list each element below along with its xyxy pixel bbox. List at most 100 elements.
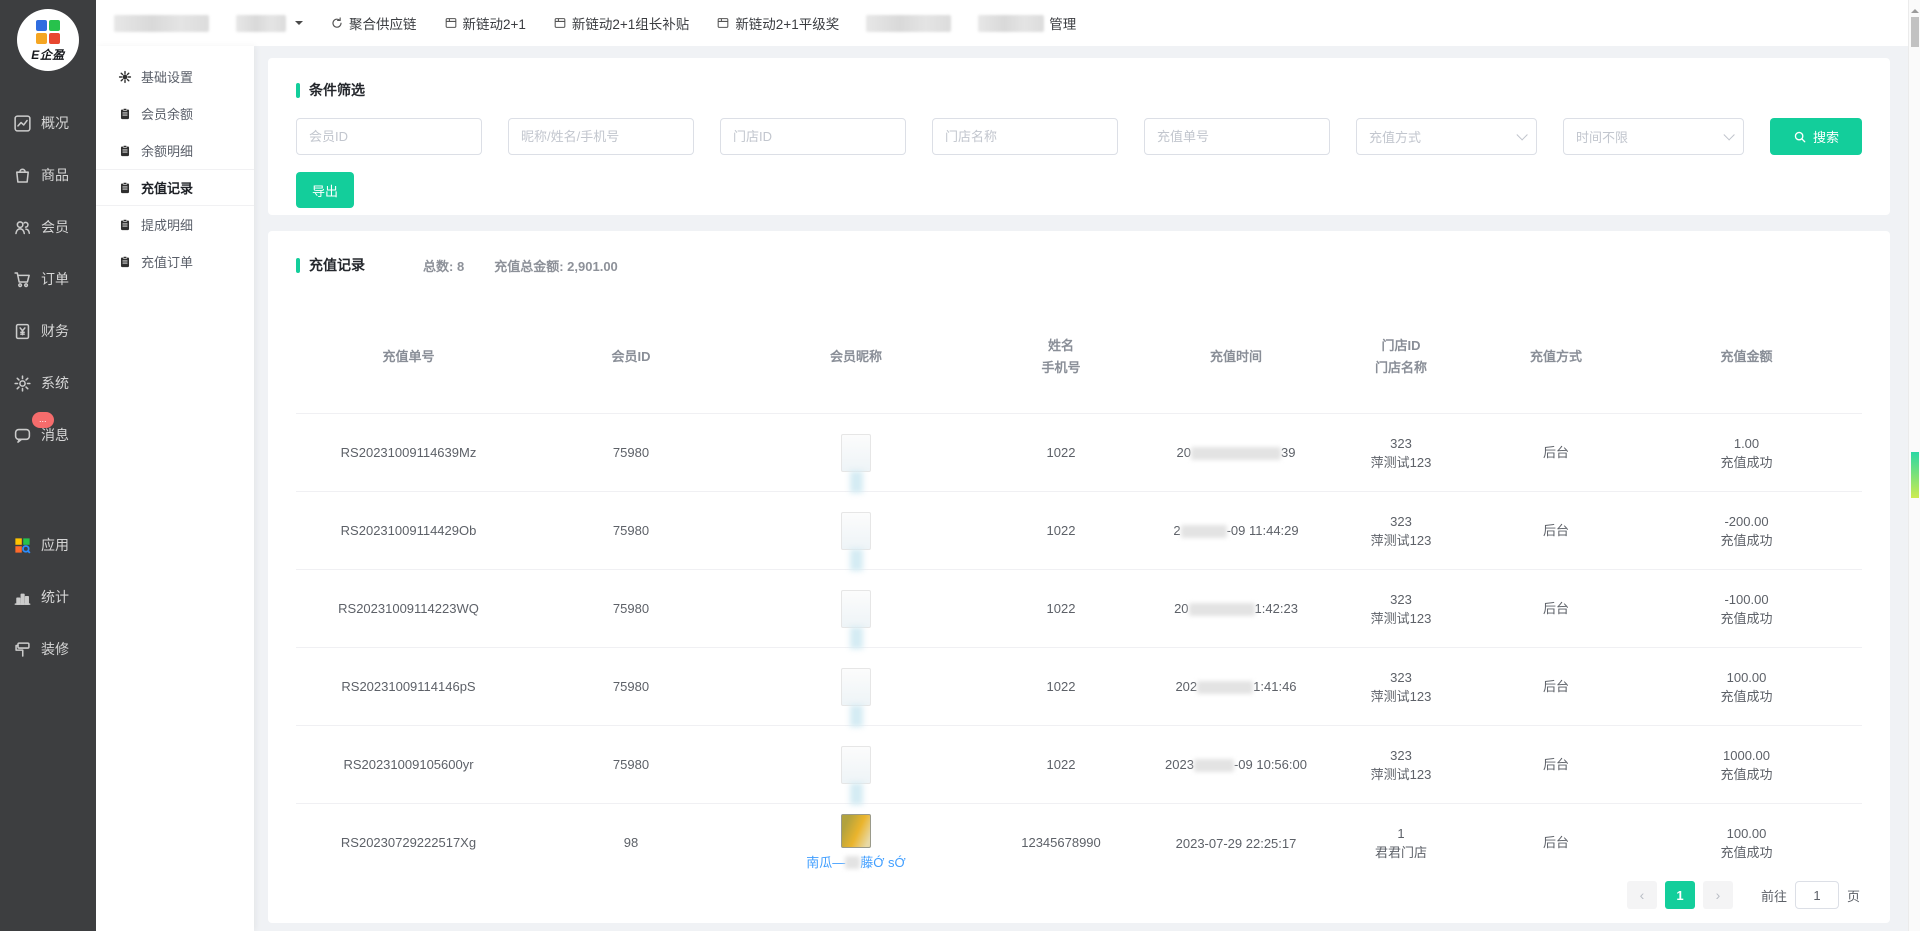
gear-icon [13, 374, 32, 393]
submenu-item-提成明细[interactable]: 提成明细 [96, 206, 254, 243]
cell-member-id: 75980 [521, 570, 741, 648]
nav-tab[interactable]: 管理 [978, 13, 1076, 33]
sidebar-item-stats[interactable]: 统计 [0, 571, 96, 623]
column-header: 门店ID门店名称 [1321, 323, 1481, 414]
table-row: RS20231009105600yr7598010222023-09 10:56… [296, 726, 1862, 804]
member-avatar[interactable] [841, 590, 871, 628]
column-header: 充值方式 [1481, 323, 1631, 414]
bars-icon [13, 588, 32, 607]
submenu-item-余额明细[interactable]: 余额明细 [96, 132, 254, 169]
chart-line-icon [13, 114, 32, 133]
redacted-nav-item[interactable] [236, 15, 286, 32]
member-avatar[interactable] [841, 814, 871, 848]
chevron-down-icon [1516, 129, 1527, 140]
redacted-text [1194, 759, 1234, 772]
cell-amount: 1.00充值成功 [1631, 414, 1862, 492]
filter-input-门店ID[interactable] [720, 118, 906, 155]
goto-label: 前往 [1761, 886, 1787, 905]
sidebar-item-messages[interactable]: 消息... [0, 409, 96, 461]
filter-select-充值方式[interactable]: 充值方式 [1356, 118, 1537, 155]
redacted-nav-item[interactable] [866, 15, 951, 32]
member-avatar[interactable] [841, 746, 871, 784]
page: E企盈 概况商品会员订单财务系统消息... 应用统计装修 聚合供应链 新链动2+1 新… [0, 0, 1920, 931]
nav-tab-label: 管理 [1049, 13, 1076, 33]
nav-tab[interactable]: 新链动2+1平级奖 [716, 13, 839, 33]
current-page-button[interactable]: 1 [1665, 881, 1695, 909]
table-body: RS20231009114639Mz7598010222039323萍测试123… [296, 414, 1862, 882]
nav-tab[interactable]: 新链动2+1 [444, 13, 526, 33]
cell-nickname [741, 570, 971, 648]
scrollbar-thumb[interactable] [1911, 17, 1919, 47]
table-row: RS20231009114429Ob7598010222-09 11:44:29… [296, 492, 1862, 570]
app-logo[interactable]: E企盈 [17, 9, 79, 71]
table-row: RS20231009114639Mz7598010222039323萍测试123… [296, 414, 1862, 492]
sidebar-item-label: 装修 [41, 639, 69, 659]
member-avatar[interactable] [841, 668, 871, 706]
redacted-nav-item[interactable] [114, 15, 209, 32]
sidebar-item-apps[interactable]: 应用 [0, 519, 96, 571]
scrollbar[interactable] [1908, 0, 1920, 931]
table-row: RS20231009114146pS7598010222021:41:46323… [296, 648, 1862, 726]
nav-tab[interactable]: 新链动2+1组长补贴 [553, 13, 689, 33]
sidebar-item-decorate[interactable]: 装修 [0, 623, 96, 675]
export-button[interactable]: 导出 [296, 172, 354, 208]
cell-time: 2023-07-29 22:25:17 [1151, 804, 1321, 882]
doc-tab-icon [553, 16, 567, 30]
sidebar-item-overview[interactable]: 概况 [0, 97, 96, 149]
submenu-item-label: 充值记录 [141, 178, 193, 197]
submenu: 基础设置会员余额余额明细充值记录提成明细充值订单 [96, 46, 254, 931]
page-unit-label: 页 [1847, 886, 1860, 905]
cell-nickname [741, 648, 971, 726]
member-avatar[interactable] [841, 512, 871, 550]
cell-store: 323萍测试123 [1321, 492, 1481, 570]
filter-input-门店名称[interactable] [932, 118, 1118, 155]
finance-icon [13, 322, 32, 341]
sidebar-item-finance[interactable]: 财务 [0, 305, 96, 357]
filter-input-昵称/姓名/手机号[interactable] [508, 118, 694, 155]
cell-order-no: RS20231009114639Mz [296, 414, 521, 492]
sidebar-item-label: 会员 [41, 217, 69, 237]
sidebar-nav: 概况商品会员订单财务系统消息... 应用统计装修 [0, 97, 96, 675]
filter-select-时间不限[interactable]: 时间不限 [1563, 118, 1744, 155]
grid-icon [13, 536, 32, 555]
users-icon [13, 218, 32, 237]
sidebar-item-system[interactable]: 系统 [0, 357, 96, 409]
next-page-button[interactable]: › [1703, 881, 1733, 909]
column-header: 姓名手机号 [971, 323, 1151, 414]
doc-sub-icon [118, 144, 132, 158]
filter-section-title: 条件筛选 [296, 80, 1862, 100]
sidebar-item-goods[interactable]: 商品 [0, 149, 96, 201]
sidebar-item-members[interactable]: 会员 [0, 201, 96, 253]
submenu-item-充值订单[interactable]: 充值订单 [96, 243, 254, 280]
doc-sub-icon [118, 255, 132, 269]
doc-sub-icon [118, 107, 132, 121]
chevron-down-icon [1723, 129, 1734, 140]
submenu-item-label: 充值订单 [141, 252, 193, 271]
member-nickname-link[interactable]: 南瓜—藤Ớ ѕỚ [745, 853, 967, 872]
logo-mark-icon [36, 20, 60, 44]
submenu-item-充值记录[interactable]: 充值记录 [96, 169, 254, 206]
filter-row: 充值方式时间不限搜索 [296, 118, 1862, 155]
pagination: ‹ 1 › 前往 页 [1627, 881, 1860, 909]
scrollbar-up-arrow[interactable] [1911, 5, 1919, 13]
submenu-item-会员余额[interactable]: 会员余额 [96, 95, 254, 132]
table-title-text: 充值记录 [309, 255, 365, 275]
chevron-down-icon [295, 21, 303, 29]
cell-member-id: 98 [521, 804, 741, 882]
cell-time: 2-09 11:44:29 [1151, 492, 1321, 570]
filter-input-会员ID[interactable] [296, 118, 482, 155]
submenu-item-基础设置[interactable]: 基础设置 [96, 58, 254, 95]
sidebar-item-orders[interactable]: 订单 [0, 253, 96, 305]
sidebar-item-label: 财务 [41, 321, 69, 341]
nav-tab[interactable]: 聚合供应链 [330, 13, 417, 33]
member-avatar[interactable] [841, 434, 871, 472]
goto-page-input[interactable] [1795, 881, 1839, 909]
cell-time: 2023-09 10:56:00 [1151, 726, 1321, 804]
cell-store: 323萍测试123 [1321, 726, 1481, 804]
nav-tab-label: 聚合供应链 [349, 13, 417, 33]
cell-method: 后台 [1481, 804, 1631, 882]
cell-phone: 12345678990 [971, 804, 1151, 882]
prev-page-button[interactable]: ‹ [1627, 881, 1657, 909]
filter-input-充值单号[interactable] [1144, 118, 1330, 155]
search-button[interactable]: 搜索 [1770, 118, 1862, 155]
